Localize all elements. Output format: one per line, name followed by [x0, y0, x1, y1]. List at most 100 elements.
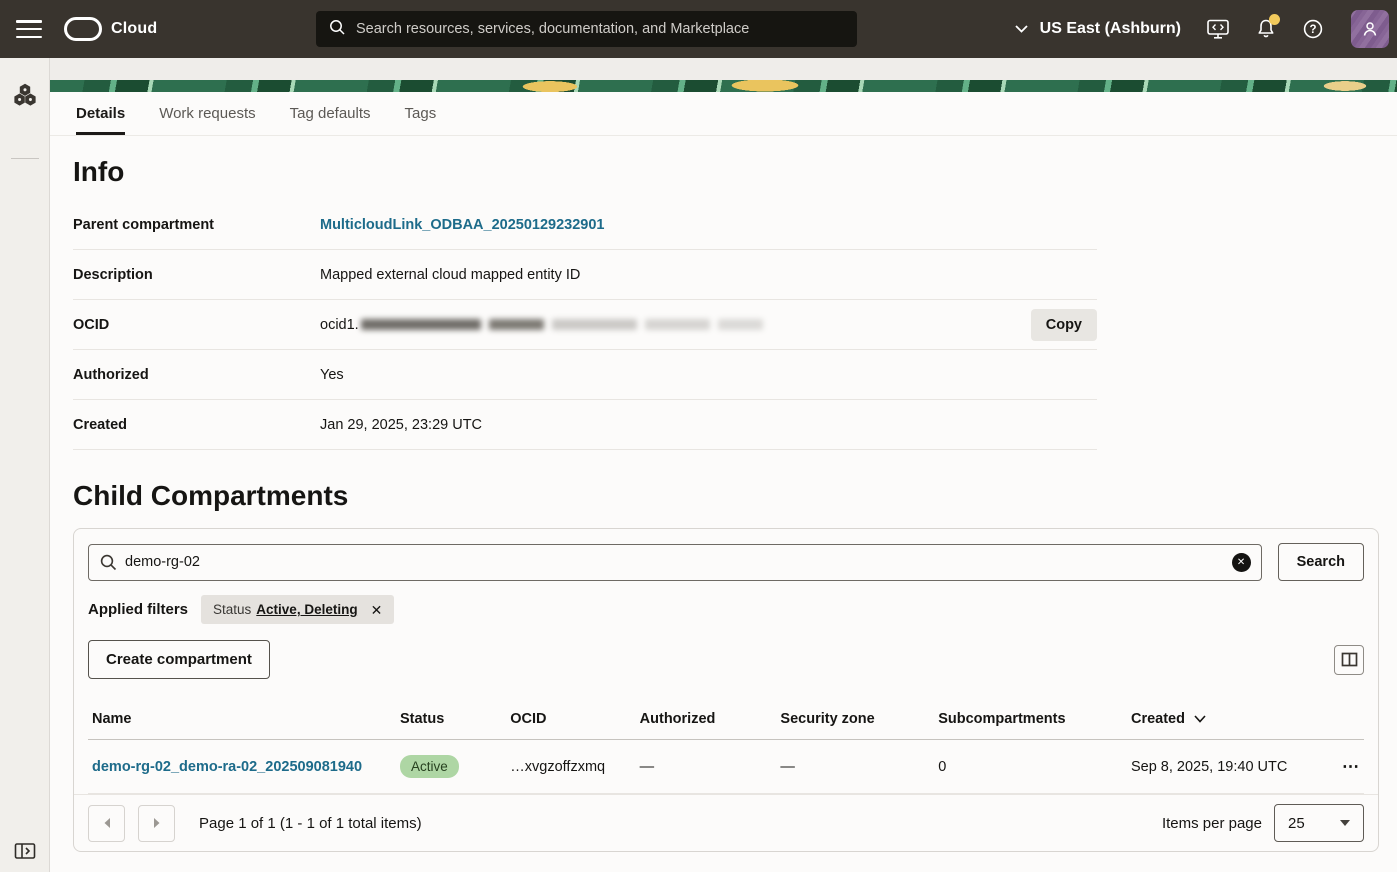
dropdown-caret-icon — [1340, 820, 1350, 826]
svg-text:?: ? — [1309, 24, 1316, 36]
tab-tags[interactable]: Tags — [405, 92, 437, 135]
top-navigation-bar: Cloud US East (Ashburn) — [0, 0, 1397, 58]
tab-details[interactable]: Details — [76, 92, 125, 135]
status-filter-pill: Status Active, Deleting ✕ — [201, 595, 394, 624]
search-button[interactable]: Search — [1278, 543, 1364, 581]
ocid-prefix: ocid1. — [320, 317, 359, 333]
row-actions-menu-button[interactable]: ⋯ — [1342, 757, 1360, 777]
col-header-ocid[interactable]: OCID — [506, 701, 635, 740]
next-page-button[interactable] — [138, 805, 175, 842]
previous-page-button[interactable] — [88, 805, 125, 842]
compartment-search-row: ✕ Search — [88, 543, 1364, 581]
main-content: Details Work requests Tag defaults Tags … — [50, 92, 1397, 872]
field-created: Created Jan 29, 2025, 23:29 UTC — [73, 400, 1097, 450]
field-label: Created — [73, 417, 320, 433]
items-per-page-control: Items per page 25 — [1162, 804, 1364, 842]
field-authorized: Authorized Yes — [73, 350, 1097, 400]
notifications-button[interactable] — [1255, 18, 1277, 40]
search-icon — [99, 553, 118, 577]
compartment-banner-image — [50, 80, 1397, 92]
expand-panel-button[interactable] — [0, 841, 50, 861]
ocid-redacted-blur — [361, 319, 763, 330]
status-badge: Active — [400, 755, 459, 778]
page-summary: Page 1 of 1 (1 - 1 of 1 total items) — [199, 815, 422, 832]
field-ocid: OCID ocid1. Copy — [73, 300, 1097, 350]
topbar-right-cluster: US East (Ashburn) ? — [1015, 0, 1397, 58]
applied-filters-label: Applied filters — [88, 601, 188, 618]
field-label: Authorized — [73, 367, 320, 383]
field-label: Parent compartment — [73, 217, 320, 233]
create-compartment-button[interactable]: Create compartment — [88, 640, 270, 679]
chevron-left-icon — [102, 817, 112, 829]
col-header-authorized[interactable]: Authorized — [636, 701, 777, 740]
sidebar-divider — [11, 158, 39, 159]
services-nav-button[interactable] — [0, 82, 50, 108]
user-avatar[interactable] — [1351, 10, 1389, 48]
left-sidebar — [0, 58, 50, 872]
items-per-page-value: 25 — [1288, 815, 1305, 832]
authorized-value: Yes — [320, 367, 1097, 383]
table-row: demo-rg-02_demo-ra-02_202509081940 Activ… — [88, 740, 1364, 794]
region-selector[interactable]: US East (Ashburn) — [1015, 20, 1181, 38]
col-header-name[interactable]: Name — [88, 701, 396, 740]
info-fields: Parent compartment MulticloudLink_ODBAA_… — [73, 200, 1097, 450]
chevron-right-icon — [152, 817, 162, 829]
compartments-table: Name Status OCID Authorized Security zon… — [88, 701, 1364, 794]
page-background-strip — [50, 58, 1397, 80]
col-header-created[interactable]: Created — [1127, 701, 1323, 740]
detail-tabs: Details Work requests Tag defaults Tags — [50, 92, 1397, 136]
filter-name: Status — [213, 602, 251, 617]
tab-work-requests[interactable]: Work requests — [159, 92, 255, 135]
region-label: US East (Ashburn) — [1040, 20, 1181, 38]
col-header-actions — [1323, 701, 1364, 740]
compartment-search-input[interactable] — [88, 544, 1262, 581]
pagination-bar: Page 1 of 1 (1 - 1 of 1 total items) Ite… — [74, 794, 1378, 851]
field-parent-compartment: Parent compartment MulticloudLink_ODBAA_… — [73, 200, 1097, 250]
help-button[interactable]: ? — [1302, 18, 1324, 40]
parent-compartment-link[interactable]: MulticloudLink_ODBAA_20250129232901 — [320, 217, 605, 233]
sort-chevron-down-icon — [1194, 715, 1206, 723]
items-per-page-select[interactable]: 25 — [1274, 804, 1364, 842]
description-value: Mapped external cloud mapped entity ID — [320, 267, 1097, 283]
oracle-logo-icon — [64, 17, 102, 41]
hamburger-menu-icon[interactable] — [16, 20, 42, 38]
info-section-title: Info — [73, 156, 1397, 188]
columns-icon — [1341, 652, 1358, 667]
global-search-bar[interactable] — [316, 11, 857, 47]
col-header-security-zone[interactable]: Security zone — [776, 701, 934, 740]
clear-search-button[interactable]: ✕ — [1232, 553, 1251, 572]
brand-logo[interactable]: Cloud — [64, 17, 157, 41]
copy-ocid-button[interactable]: Copy — [1031, 309, 1097, 341]
field-label: OCID — [73, 317, 320, 333]
table-header-row: Name Status OCID Authorized Security zon… — [88, 701, 1364, 740]
notification-dot — [1269, 14, 1280, 25]
remove-filter-button[interactable]: ✕ — [371, 603, 383, 617]
field-description: Description Mapped external cloud mapped… — [73, 250, 1097, 300]
items-per-page-label: Items per page — [1162, 815, 1262, 832]
created-value: Jan 29, 2025, 23:29 UTC — [320, 417, 1097, 433]
tab-tag-defaults[interactable]: Tag defaults — [290, 92, 371, 135]
chevron-down-icon — [1015, 20, 1028, 38]
person-icon — [1360, 19, 1380, 39]
field-label: Description — [73, 267, 320, 283]
applied-filters-row: Applied filters Status Active, Deleting … — [88, 595, 1364, 624]
filter-values-link[interactable]: Active, Deleting — [256, 602, 357, 617]
global-search-input[interactable] — [356, 21, 845, 37]
compartment-search-box: ✕ — [88, 544, 1262, 581]
row-security-zone: — — [776, 740, 934, 794]
panel-expand-icon — [14, 841, 36, 861]
manage-columns-button[interactable] — [1334, 645, 1364, 675]
row-subcompartments: 0 — [934, 740, 1127, 794]
help-icon: ? — [1302, 18, 1324, 40]
console-monitor-icon — [1206, 19, 1230, 40]
col-header-status[interactable]: Status — [396, 701, 506, 740]
child-compartments-card: ✕ Search Applied filters Status Active, … — [73, 528, 1379, 852]
compartment-name-link[interactable]: demo-rg-02_demo-ra-02_202509081940 — [92, 759, 362, 775]
col-header-subcompartments[interactable]: Subcompartments — [934, 701, 1127, 740]
row-ocid: …xvgzoffzxmq — [506, 740, 635, 794]
table-actions-row: Create compartment — [88, 640, 1364, 679]
hexagon-cluster-icon — [12, 82, 38, 108]
search-icon — [328, 18, 346, 41]
row-authorized: — — [636, 740, 777, 794]
cloud-shell-button[interactable] — [1206, 19, 1230, 40]
